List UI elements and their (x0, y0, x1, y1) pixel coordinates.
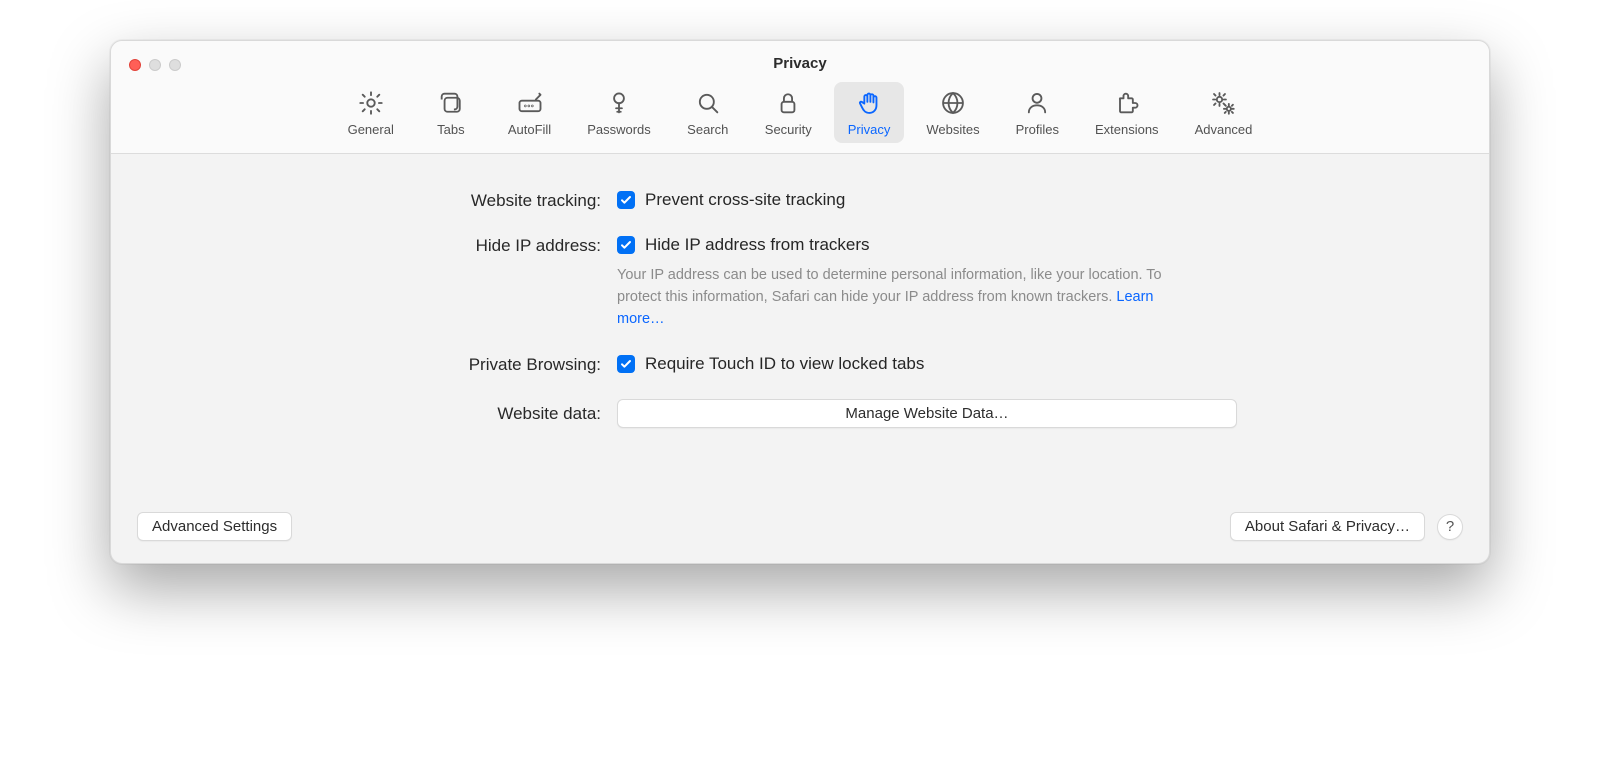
window-title: Privacy (111, 55, 1489, 82)
tab-general[interactable]: General (334, 82, 408, 143)
tab-privacy[interactable]: Privacy (834, 82, 905, 143)
gears-icon (1209, 88, 1237, 118)
puzzle-icon (1113, 88, 1141, 118)
tab-profiles[interactable]: Profiles (1002, 82, 1073, 143)
key-icon (605, 88, 633, 118)
tab-security[interactable]: Security (751, 82, 826, 143)
checkmark-icon (617, 236, 635, 254)
about-safari-privacy-button[interactable]: About Safari & Privacy… (1230, 512, 1425, 541)
checkmark-icon (617, 355, 635, 373)
checkbox-label: Prevent cross-site tracking (645, 190, 845, 210)
tab-autofill[interactable]: AutoFill (494, 82, 565, 143)
footer: Advanced Settings About Safari & Privacy… (111, 494, 1489, 563)
hide-ip-label: Hide IP address: (141, 235, 601, 256)
tab-tabs[interactable]: Tabs (416, 82, 486, 143)
tab-label: Profiles (1016, 122, 1059, 137)
tab-search[interactable]: Search (673, 82, 743, 143)
lock-icon (774, 88, 802, 118)
tab-label: Security (765, 122, 812, 137)
autofill-icon (516, 88, 544, 118)
manage-website-data-button[interactable]: Manage Website Data… (617, 399, 1237, 428)
tab-extensions[interactable]: Extensions (1081, 82, 1173, 143)
tab-label: Passwords (587, 122, 651, 137)
preferences-toolbar: General Tabs AutoFill Passwords (111, 82, 1489, 153)
search-icon (694, 88, 722, 118)
require-touch-id-checkbox[interactable]: Require Touch ID to view locked tabs (617, 354, 1237, 374)
website-tracking-label: Website tracking: (141, 190, 601, 211)
tab-label: Privacy (848, 122, 891, 137)
checkmark-icon (617, 191, 635, 209)
globe-icon (939, 88, 967, 118)
gear-icon (357, 88, 385, 118)
close-window-button[interactable] (129, 59, 141, 71)
tab-passwords[interactable]: Passwords (573, 82, 665, 143)
preferences-window: Privacy General Tabs AutoFill (110, 40, 1490, 564)
help-text-body: Your IP address can be used to determine… (617, 267, 1162, 305)
private-browsing-label: Private Browsing: (141, 354, 601, 375)
prevent-cross-site-tracking-checkbox[interactable]: Prevent cross-site tracking (617, 190, 1237, 210)
hand-icon (855, 88, 883, 118)
checkbox-label: Hide IP address from trackers (645, 235, 870, 255)
tab-label: Extensions (1095, 122, 1159, 137)
tab-label: Websites (926, 122, 979, 137)
privacy-content: Website tracking: Prevent cross-site tra… (111, 154, 1489, 494)
tab-label: General (348, 122, 394, 137)
maximize-window-button[interactable] (169, 59, 181, 71)
tab-advanced[interactable]: Advanced (1181, 82, 1267, 143)
tab-label: Tabs (437, 122, 464, 137)
tab-label: Search (687, 122, 728, 137)
checkbox-label: Require Touch ID to view locked tabs (645, 354, 924, 374)
person-icon (1023, 88, 1051, 118)
tab-websites[interactable]: Websites (912, 82, 993, 143)
help-button[interactable]: ? (1437, 514, 1463, 540)
titlebar: Privacy General Tabs AutoFill (111, 41, 1489, 154)
website-data-label: Website data: (141, 399, 601, 424)
advanced-settings-button[interactable]: Advanced Settings (137, 512, 292, 541)
tab-label: Advanced (1195, 122, 1253, 137)
hide-ip-help-text: Your IP address can be used to determine… (617, 261, 1197, 330)
tab-label: AutoFill (508, 122, 551, 137)
minimize-window-button[interactable] (149, 59, 161, 71)
hide-ip-from-trackers-checkbox[interactable]: Hide IP address from trackers (617, 235, 1237, 255)
window-controls (111, 59, 181, 71)
tabs-icon (437, 88, 465, 118)
